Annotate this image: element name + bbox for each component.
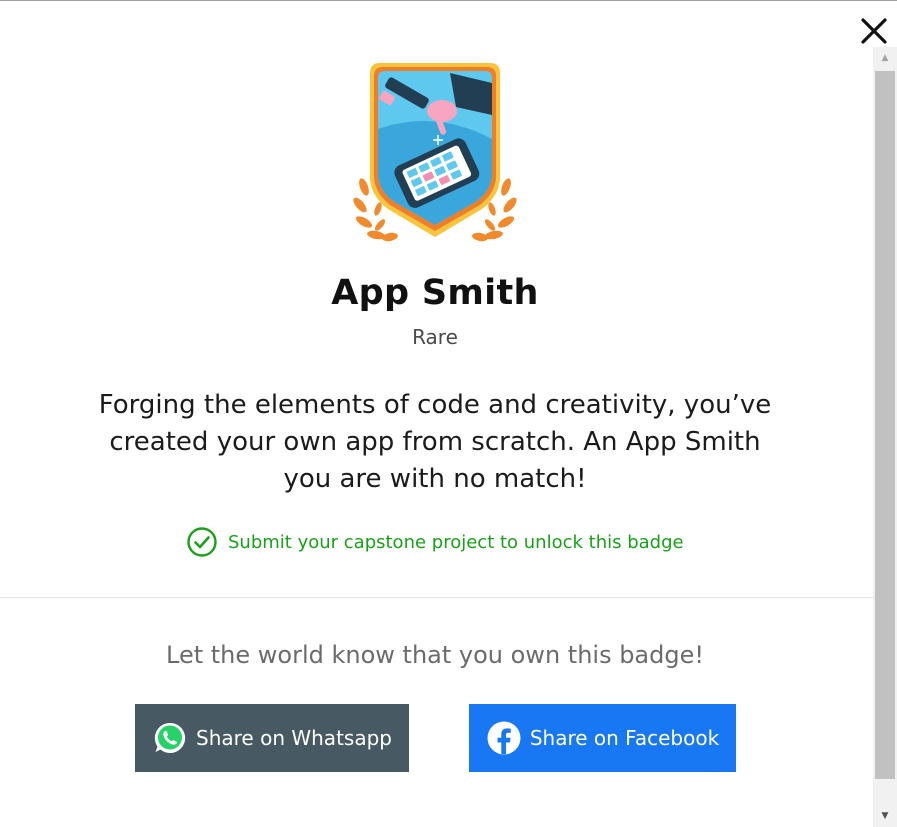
close-button[interactable]: [858, 15, 890, 47]
unlock-hint: Submit your capstone project to unlock t…: [186, 525, 684, 559]
share-whatsapp-label: Share on Whatsapp: [196, 726, 392, 750]
scroll-down-arrow-icon[interactable]: ▼: [873, 805, 897, 827]
badge-description: Forging the elements of code and creativ…: [98, 390, 772, 494]
share-whatsapp-button[interactable]: Share on Whatsapp: [135, 704, 409, 772]
scroll-up-arrow-icon[interactable]: ▲: [873, 47, 897, 69]
share-facebook-label: Share on Facebook: [529, 726, 720, 750]
scroll-thumb[interactable]: [875, 71, 895, 779]
badge-modal: ▲ ▼ App Smith Rare Forging the elements …: [0, 0, 897, 827]
share-facebook-button[interactable]: Share on Facebook: [469, 704, 736, 772]
close-icon: [861, 18, 887, 44]
section-divider: [0, 597, 873, 598]
check-circle-icon: [187, 527, 217, 557]
share-prompt: Let the world know that you own this bad…: [166, 641, 704, 669]
badge-title: App Smith: [331, 273, 539, 313]
badge-image: [350, 59, 520, 245]
unlock-text: Submit your capstone project to unlock t…: [228, 531, 684, 553]
facebook-icon: [487, 721, 521, 755]
vertical-scrollbar[interactable]: ▲ ▼: [873, 47, 897, 827]
whatsapp-icon: [154, 722, 186, 753]
badge-rarity: Rare: [412, 325, 458, 349]
